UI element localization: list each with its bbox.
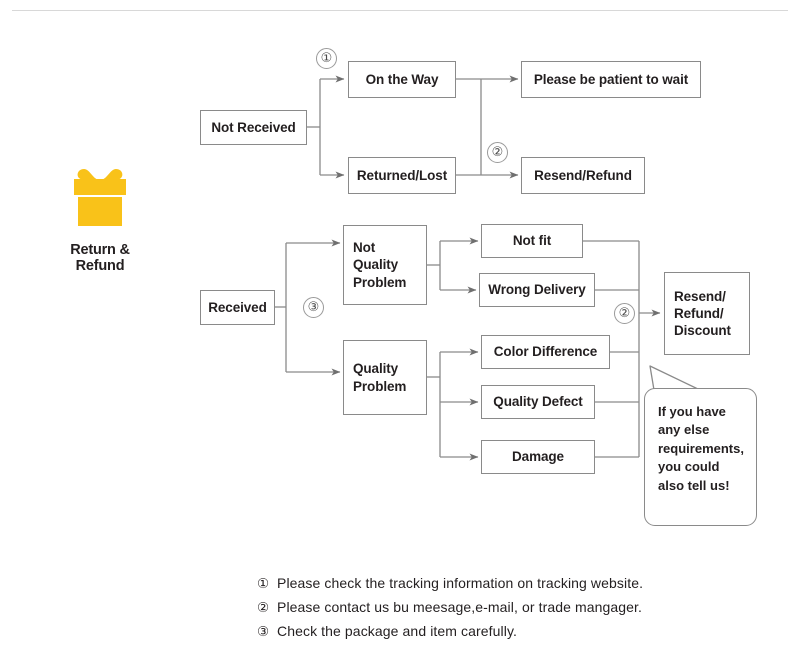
note-text: Please check the tracking information on… xyxy=(277,575,644,591)
note-marker: ① xyxy=(257,576,270,592)
footer-notes: ① Please check the tracking information … xyxy=(257,575,737,647)
box-line: Not xyxy=(353,240,376,256)
box-received[interactable]: Received xyxy=(200,290,275,325)
note-item: ① Please check the tracking information … xyxy=(257,575,737,592)
box-resend-refund[interactable]: Resend/Refund xyxy=(521,157,645,194)
box-wrong-delivery[interactable]: Wrong Delivery xyxy=(479,273,595,307)
box-damage[interactable]: Damage xyxy=(481,440,595,474)
box-returned-lost[interactable]: Returned/Lost xyxy=(348,157,456,194)
top-divider xyxy=(12,10,788,11)
note-item: ③ Check the package and item carefully. xyxy=(257,623,737,640)
callout-line: If you have xyxy=(658,404,726,419)
brand-block: Return & Refund xyxy=(44,160,156,274)
box-line: Quality xyxy=(353,257,399,273)
result-marker-2-top: ② xyxy=(487,142,508,163)
box-line: Refund/ xyxy=(674,305,724,321)
note-text: Check the package and item carefully. xyxy=(277,623,518,639)
box-line: Problem xyxy=(353,274,407,290)
note-item: ② Please contact us bu meesage,e-mail, o… xyxy=(257,599,737,616)
note-marker: ② xyxy=(257,600,270,616)
box-line: Problem xyxy=(353,378,407,394)
callout-bubble: If you have any else requirements, you c… xyxy=(644,388,757,526)
box-line: Resend/ xyxy=(674,288,726,304)
gift-box-icon xyxy=(74,169,126,226)
callout-line: any else xyxy=(658,422,710,438)
box-not-quality-problem[interactable]: Not Quality Problem xyxy=(343,225,427,305)
box-please-be-patient[interactable]: Please be patient to wait xyxy=(521,61,701,98)
result-marker-2-bottom: ② xyxy=(614,303,635,324)
box-quality-defect[interactable]: Quality Defect xyxy=(481,385,595,419)
box-line: Discount xyxy=(674,323,731,339)
box-quality-problem[interactable]: Quality Problem xyxy=(343,340,427,415)
callout-line: you could xyxy=(658,459,720,475)
diagram-canvas: Return & Refund Not Received ① On the Wa… xyxy=(0,0,800,660)
box-not-received[interactable]: Not Received xyxy=(200,110,307,145)
box-on-the-way[interactable]: On the Way xyxy=(348,61,456,98)
note-marker: ③ xyxy=(257,624,270,640)
note-text: Please contact us bu meesage,e-mail, or … xyxy=(277,599,643,615)
brand-label: Return & Refund xyxy=(70,242,130,274)
box-not-fit[interactable]: Not fit xyxy=(481,224,583,258)
box-resend-refund-discount[interactable]: Resend/ Refund/ Discount xyxy=(664,272,750,355)
callout-line: also tell us! xyxy=(658,477,730,493)
box-color-difference[interactable]: Color Difference xyxy=(481,335,610,369)
box-line: Quality xyxy=(353,361,399,377)
step-marker-3: ③ xyxy=(303,297,324,318)
step-marker-1: ① xyxy=(316,48,337,69)
callout-line: requirements, xyxy=(658,440,744,456)
